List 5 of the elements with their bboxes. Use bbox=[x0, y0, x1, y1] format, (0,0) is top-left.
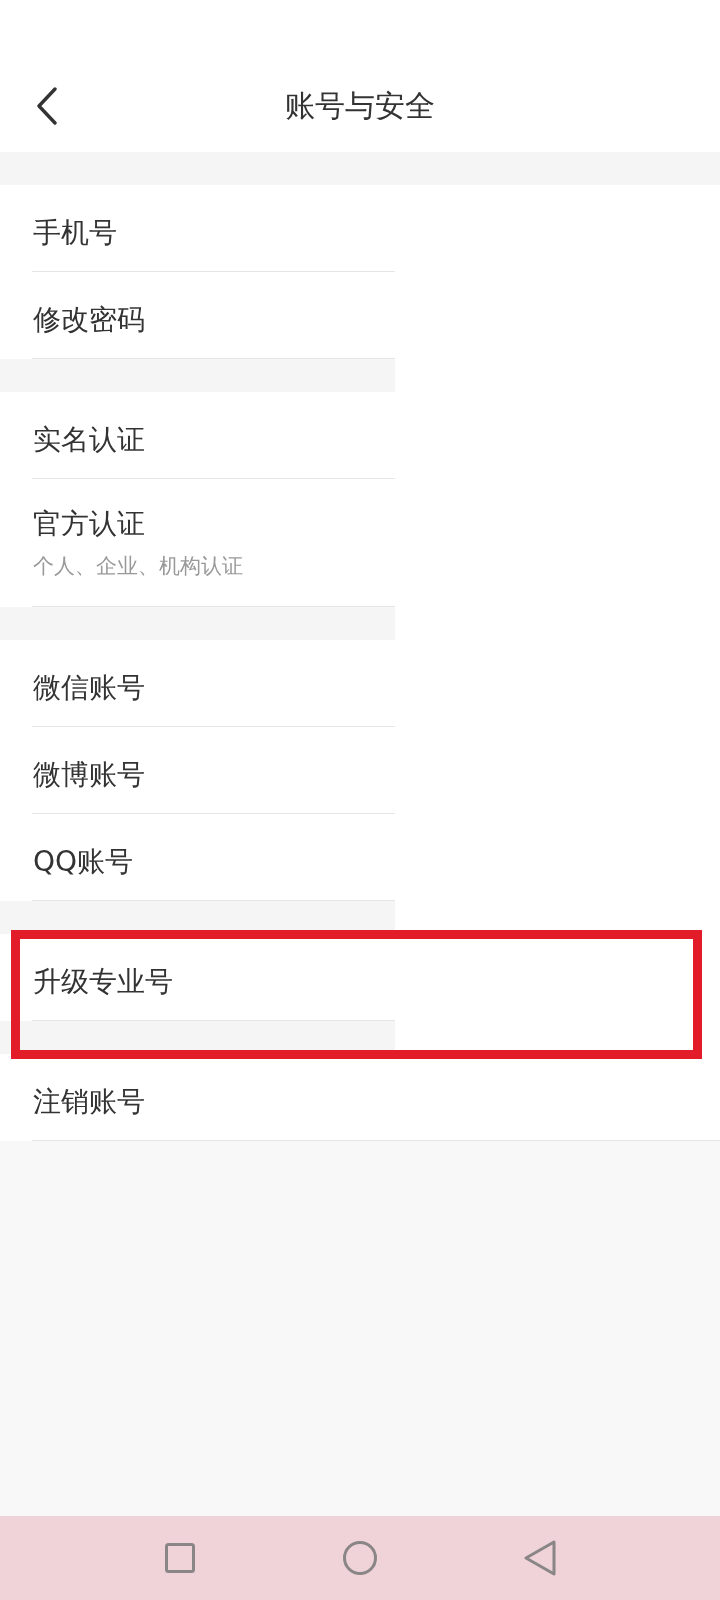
circle-icon[interactable] bbox=[343, 1541, 377, 1575]
back-icon[interactable] bbox=[36, 87, 58, 125]
row-subtitle: 个人、企业、机构认证 bbox=[33, 552, 243, 580]
square-icon[interactable] bbox=[165, 1543, 195, 1573]
page-title: 账号与安全 bbox=[285, 87, 435, 125]
